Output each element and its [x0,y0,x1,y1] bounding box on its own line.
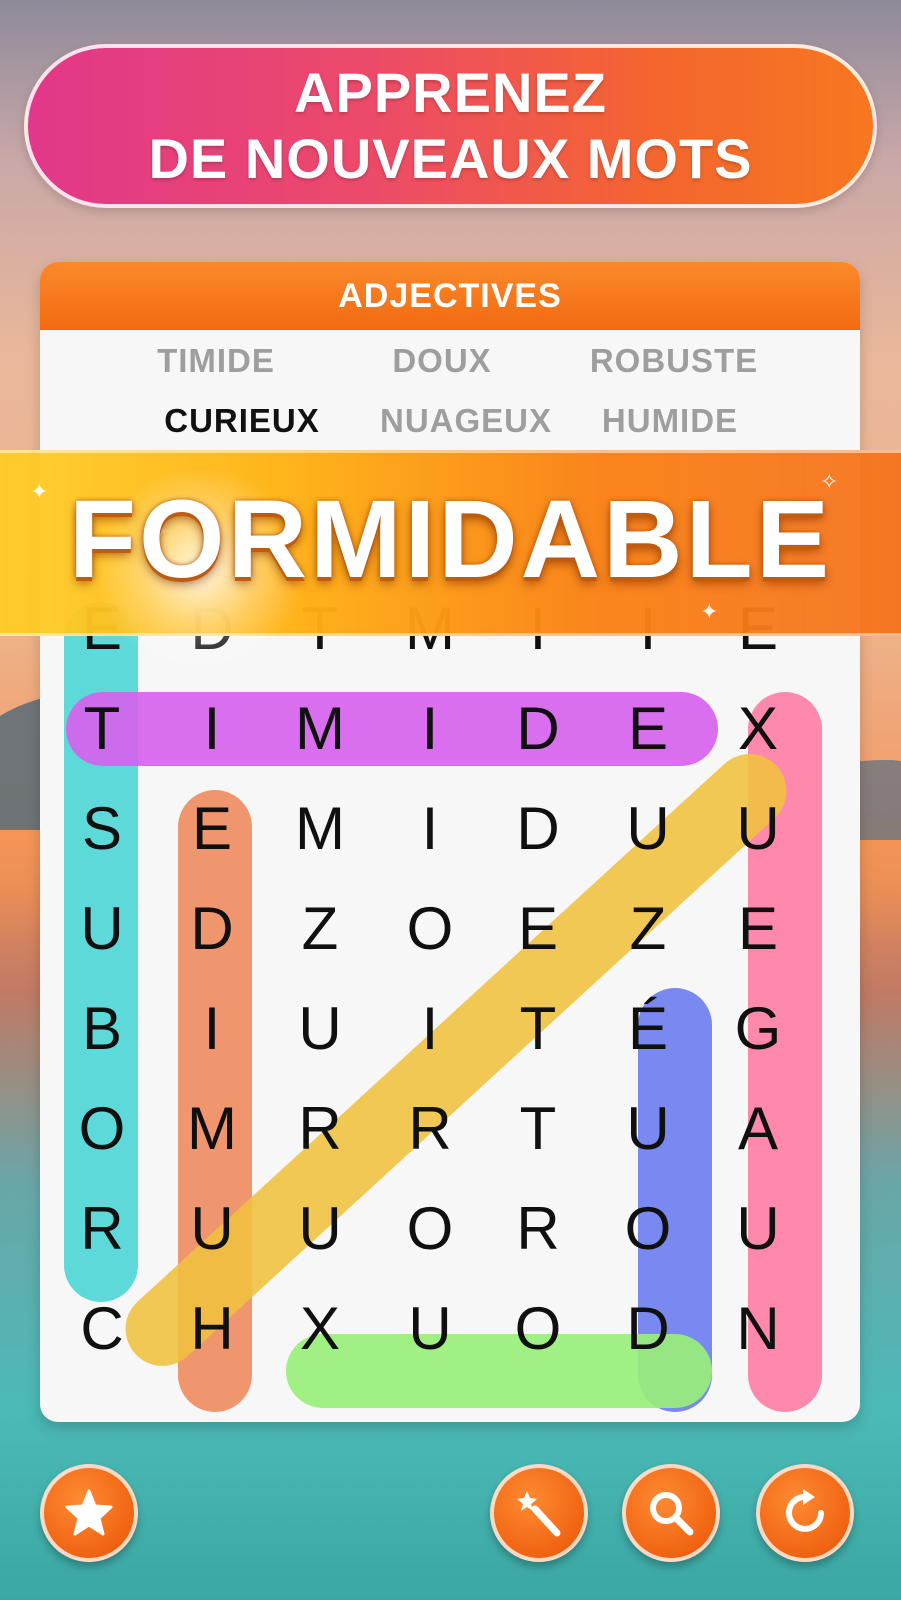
grid-letter[interactable]: X [270,1294,370,1364]
grid-letter[interactable]: Z [598,894,698,964]
refresh-icon [786,1489,824,1532]
grid-letter[interactable]: U [52,894,152,964]
grid-letter[interactable]: U [708,1194,808,1264]
grid-letter[interactable]: O [380,894,480,964]
grid-letter[interactable]: T [488,994,588,1064]
grid-letter[interactable]: U [162,1194,262,1264]
grid-letter[interactable]: O [598,1194,698,1264]
star-icon [65,1489,113,1536]
grid-letter[interactable]: E [162,794,262,864]
grid-letter[interactable]: R [270,1094,370,1164]
grid-letter[interactable]: I [380,694,480,764]
grid-letter[interactable]: A [708,1094,808,1164]
grid-letter[interactable]: O [52,1094,152,1164]
grid-letter[interactable]: S [52,794,152,864]
promo-header: APPRENEZ DE NOUVEAUX MOTS [24,44,877,208]
grid-letter[interactable]: B [52,994,152,1064]
letter-grid[interactable]: EDTMIIETIMIDEXSEMIDUUUDZOEZEBIUITÉGOMRRT… [40,262,860,1422]
grid-letter[interactable]: M [162,1094,262,1164]
grid-letter[interactable]: E [598,694,698,764]
search-button[interactable] [622,1464,720,1562]
grid-letter[interactable]: É [598,994,698,1064]
grid-letter[interactable]: U [708,794,808,864]
grid-letter[interactable]: U [598,1094,698,1164]
grid-letter[interactable]: T [488,1094,588,1164]
favorite-button[interactable] [40,1464,138,1562]
grid-letter[interactable]: I [380,994,480,1064]
grid-letter[interactable]: D [488,694,588,764]
grid-letter[interactable]: D [488,794,588,864]
grid-letter[interactable]: R [380,1094,480,1164]
word-search-board: ADJECTIVES TIMIDE DOUX ROBUSTE CURIEUX N… [40,262,860,1422]
grid-letter[interactable]: E [708,894,808,964]
hint-button[interactable] [490,1464,588,1562]
grid-letter[interactable]: D [598,1294,698,1364]
grid-letter[interactable]: R [488,1194,588,1264]
grid-letter[interactable]: Z [270,894,370,964]
grid-letter[interactable]: U [598,794,698,864]
grid-letter[interactable]: D [162,894,262,964]
grid-letter[interactable]: E [488,894,588,964]
grid-letter[interactable]: I [162,994,262,1064]
grid-letter[interactable]: O [380,1194,480,1264]
grid-letter[interactable]: I [162,694,262,764]
grid-letter[interactable]: R [52,1194,152,1264]
grid-letter[interactable]: U [270,994,370,1064]
banner-text: FORMIDABLE [68,478,833,601]
grid-letter[interactable]: M [270,794,370,864]
grid-letter[interactable]: I [380,794,480,864]
grid-letter[interactable]: T [52,694,152,764]
grid-letter[interactable]: O [488,1294,588,1364]
grid-letter[interactable]: X [708,694,808,764]
grid-letter[interactable]: C [52,1294,152,1364]
grid-letter[interactable]: U [380,1294,480,1364]
magic-wand-icon [517,1491,561,1537]
grid-letter[interactable]: H [162,1294,262,1364]
grid-letter[interactable]: N [708,1294,808,1364]
grid-letter[interactable]: M [270,694,370,764]
promo-line-2: DE NOUVEAUX MOTS [148,127,753,190]
grid-letter[interactable]: U [270,1194,370,1264]
promo-line-1: APPRENEZ [294,61,607,124]
magnifier-icon [650,1492,694,1536]
restart-button[interactable] [756,1464,854,1562]
grid-letter[interactable]: G [708,994,808,1064]
